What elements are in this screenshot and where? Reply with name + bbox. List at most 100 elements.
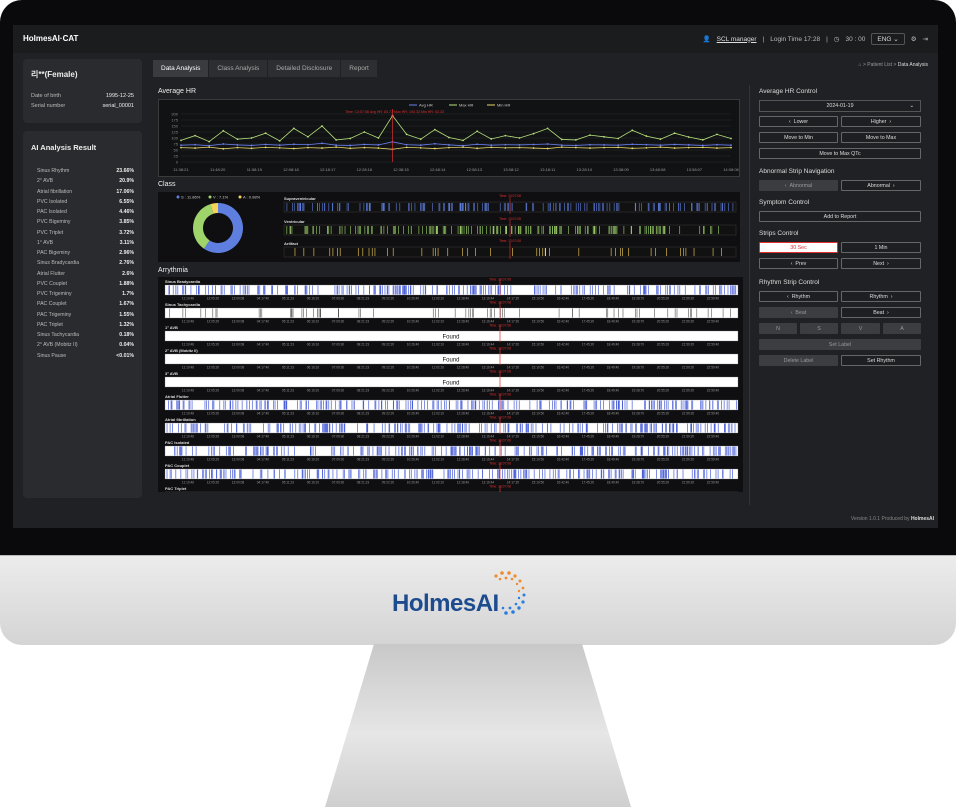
max-hr-point — [194, 134, 197, 137]
arrythmia-tick-label: 07:09:30 — [332, 297, 345, 301]
arrythmia-time-label: Time: 13:07:08 — [489, 439, 511, 443]
arrythmia-tick-label: 04:17:40 — [257, 343, 270, 347]
class-row-label: Ventricular — [284, 219, 305, 224]
arrythmia-tick-label: 21:59:20 — [682, 435, 695, 439]
serial-label: Serial number — [31, 103, 66, 109]
beat-next-button[interactable]: Beat › — [841, 307, 921, 318]
1-min-button[interactable]: 1 Min — [841, 242, 921, 253]
y-tick-label: 0 — [176, 160, 179, 165]
logout-icon[interactable]: ⇥ — [923, 35, 928, 43]
arrythmia-tick-label: 09:22:20 — [382, 366, 395, 370]
ai-result-label: Sinus Bradycardia — [37, 260, 80, 267]
avg-hr-point — [321, 142, 323, 145]
add-to-report-button[interactable]: Add to Report — [759, 211, 921, 222]
class-legend-dot — [176, 195, 180, 199]
avg-hr-point — [419, 144, 422, 147]
ai-result-value: 23.66% — [116, 168, 134, 175]
footer: Version 1.0.1 Produced by HolmesAI — [851, 516, 934, 522]
language-select[interactable]: ENG ⌄ — [871, 33, 905, 45]
tab-data-analysis[interactable]: Data Analysis — [153, 60, 209, 77]
prev-button[interactable]: ‹ Prev — [759, 258, 838, 269]
abnormal-next-button[interactable]: Abnormal › — [841, 180, 921, 191]
legend-label: Max HR — [459, 103, 474, 108]
max-hr-point — [476, 130, 479, 133]
min-hr-point — [264, 146, 267, 149]
delete-label-button[interactable]: Delete Label — [759, 355, 838, 366]
ai-result-label: Atrial Flutter — [37, 270, 65, 277]
set-label-button[interactable]: Set Label — [759, 339, 921, 350]
avg-hr-point — [476, 143, 479, 146]
ai-result-label: Sinus Tachycardia — [37, 332, 80, 339]
arrythmia-tick-label: 09:22:20 — [382, 481, 395, 485]
lower-button[interactable]: ‹ Lower — [759, 116, 838, 127]
arrythmia-tick-label: 21:59:20 — [682, 297, 695, 301]
arrythmia-tick-label: 13:00:08 — [232, 458, 245, 462]
strips-control-title: Strips Control — [759, 230, 799, 237]
monitor-frame: HolmesAI HolmesAI·CAT 👤 SCL manager | Lo… — [0, 0, 956, 807]
user-name-link[interactable]: SCL manager — [717, 36, 757, 43]
tab-class-analysis[interactable]: Class Analysis — [209, 60, 268, 77]
abnormal-prev-button[interactable]: ‹ Abnormal — [759, 180, 838, 191]
move-to-max-qtc-button[interactable]: Move to Max QTc — [759, 148, 921, 159]
arrythmia-panel[interactable]: Sinus Bradycardia Time: 13:07:08 11:10:46 1… — [158, 277, 743, 503]
class-legend-label: S : 11.86% — [181, 195, 201, 200]
prev-label: Prev — [795, 260, 807, 267]
arrythmia-tick-label: 21:59:20 — [682, 320, 695, 324]
label-s-button[interactable]: S — [800, 323, 838, 334]
beat-prev-button[interactable]: ‹ Beat — [759, 307, 838, 318]
x-tick-label: 13:48:08 — [650, 167, 666, 172]
home-icon[interactable]: ⌂ — [859, 62, 862, 68]
arrythmia-tick-label: 11:02:10 — [432, 458, 444, 462]
max-hr-point — [433, 128, 436, 131]
arrythmia-tick-label: 15:10:50 — [532, 389, 545, 393]
breadcrumb-parent[interactable]: Patient List — [867, 62, 892, 68]
x-tick-label: 14:08:06 — [723, 167, 739, 172]
avg-hr-point — [194, 143, 197, 146]
arrythmia-tick-label: 11:02:10 — [432, 481, 444, 485]
move-to-max-button[interactable]: Move to Max — [841, 132, 921, 143]
avg-hr-point — [659, 144, 662, 147]
arrythmia-tick-label: 08:21:23 — [357, 435, 370, 439]
rhythm-prev-button[interactable]: ‹ Rhythm — [759, 291, 838, 302]
x-tick-label: 12:48:14 — [430, 167, 446, 172]
next-button[interactable]: Next › — [841, 258, 921, 269]
tab-report[interactable]: Report — [341, 60, 377, 77]
tab-detailed-disclosure[interactable]: Detailed Disclosure — [268, 60, 341, 77]
min-hr-point — [546, 147, 549, 150]
arrythmia-tick-label: 11:02:10 — [432, 366, 444, 370]
avg-hr-chart[interactable]: 200 175 150 125 100 75 50 25 0 11:38:21 11:48:20 11… — [158, 99, 740, 177]
arrythmia-tick-label: 21:59:20 — [682, 389, 695, 393]
login-time: Login Time 17:28 — [770, 35, 821, 43]
move-to-min-button[interactable]: Move to Min — [759, 132, 838, 143]
y-tick-label: 200 — [171, 112, 178, 117]
avg-hr-point — [730, 144, 732, 147]
ai-result-row: PVC Couplet 1.88% — [23, 279, 142, 289]
label-v-button[interactable]: V — [841, 323, 880, 334]
arrythmia-tick-label: 22:59:40 — [707, 297, 720, 301]
avg-hr-title: Average HR — [158, 88, 197, 95]
set-rhythm-button[interactable]: Set Rhythm — [841, 355, 921, 366]
arrythmia-tick-label: 20:55:20 — [657, 412, 670, 416]
arrythmia-tick-label: 13:00:08 — [232, 297, 245, 301]
arrythmia-tick-label: 04:17:40 — [257, 458, 270, 462]
arrythmia-strip-bg — [164, 307, 739, 319]
rhythm-next-button[interactable]: Rhythm › — [841, 291, 921, 302]
30-sec-button[interactable]: 30 Sec — [759, 242, 838, 253]
lower-label: Lower — [793, 118, 809, 125]
gear-icon[interactable]: ⚙ — [911, 35, 917, 43]
label-n-button[interactable]: N — [759, 323, 797, 334]
arrythmia-tick-label: 18:49:40 — [607, 320, 620, 324]
arrythmia-tick-label: 08:21:23 — [357, 297, 370, 301]
arrythmia-tick-label: 12:05:20 — [207, 412, 220, 416]
arrythmia-time-label: Time: 13:07:08 — [489, 301, 511, 305]
avg-hr-point — [645, 143, 648, 146]
label-a-button[interactable]: A — [883, 323, 921, 334]
arrythmia-tick-label: 18:49:40 — [607, 343, 620, 347]
arrythmia-title: Arrythmia — [158, 267, 188, 274]
date-select[interactable]: 2024-01-19 ⌄ — [759, 100, 921, 112]
ai-result-label: PVC Isolated — [37, 198, 68, 205]
higher-button[interactable]: Higher › — [841, 116, 921, 127]
arrythmia-time-label: Time: 13:07:08 — [489, 324, 511, 328]
x-tick-label: 11:38:21 — [173, 167, 189, 172]
arrythmia-tick-label: 09:22:20 — [382, 412, 395, 416]
